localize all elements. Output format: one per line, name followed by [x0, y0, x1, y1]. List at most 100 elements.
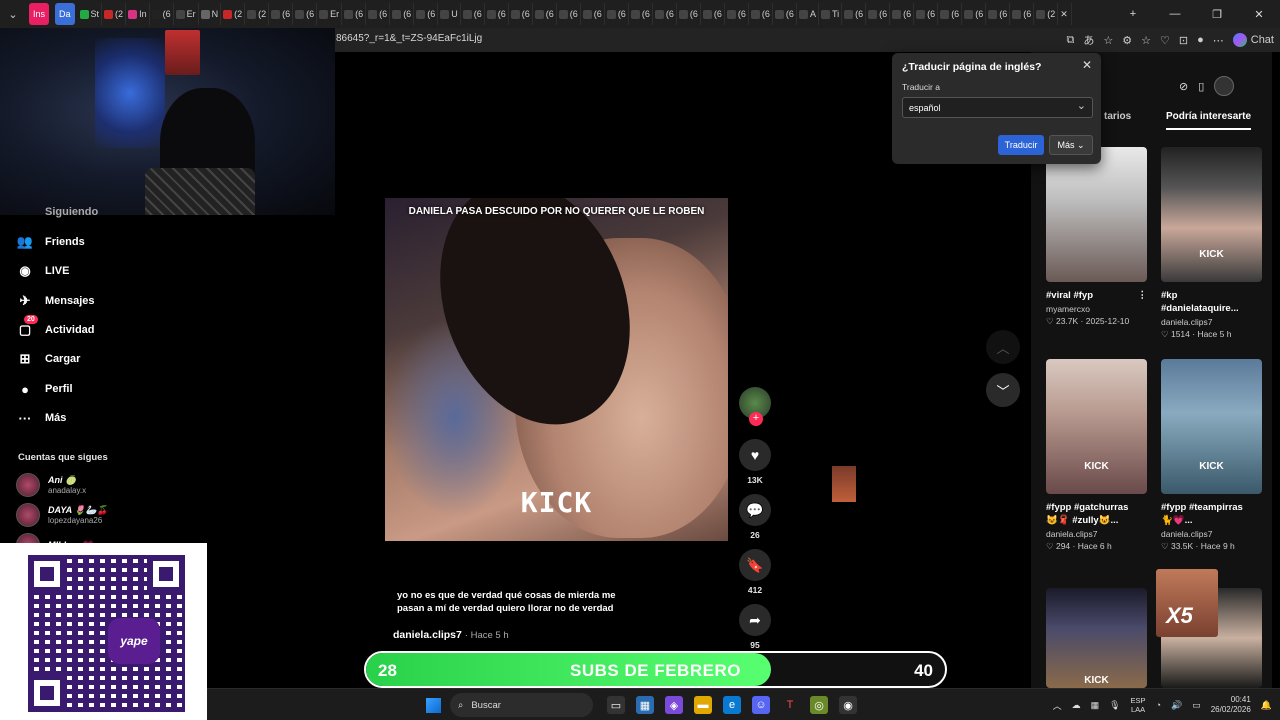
close-window-icon[interactable]: ✕: [1238, 0, 1280, 28]
sidebar-item-friends[interactable]: 👥 Friends: [16, 233, 85, 251]
taskbar-search[interactable]: ⌕ Buscar: [450, 693, 593, 717]
network-icon[interactable]: ▦: [1091, 700, 1100, 711]
open-in-app-icon[interactable]: ⧉: [1067, 34, 1075, 47]
sidebar-item-perfil[interactable]: ● Perfil: [16, 380, 72, 398]
follow-plus-icon[interactable]: +: [749, 412, 763, 426]
video-author[interactable]: daniela.clips7: [1046, 529, 1147, 539]
close-tab-icon[interactable]: ✕: [1058, 3, 1072, 25]
extensions-icon[interactable]: ⚙: [1122, 34, 1132, 47]
app-icon[interactable]: ◎: [810, 696, 828, 714]
sidebar-item-mensajes[interactable]: ✈ Mensajes: [16, 292, 95, 310]
video-author-line[interactable]: daniela.clips7 · Hace 5 h: [393, 629, 509, 641]
browser-tab[interactable]: (6: [725, 3, 749, 25]
browser-tab[interactable]: (6: [293, 3, 318, 25]
browser-tab[interactable]: (2: [102, 3, 127, 25]
tab-comments[interactable]: tarios: [1104, 111, 1131, 122]
save-button[interactable]: 🔖: [739, 549, 771, 581]
creator-avatar[interactable]: +: [739, 387, 771, 426]
tab-recommended[interactable]: Podría interesarte: [1166, 111, 1252, 130]
clock[interactable]: 00:41 26/02/2026: [1211, 695, 1251, 715]
browser-tab[interactable]: (6: [557, 3, 581, 25]
more-options-button[interactable]: Más ⌄: [1049, 135, 1093, 155]
collections-icon[interactable]: ⊡: [1179, 34, 1188, 47]
browser-tab[interactable]: (6: [485, 3, 509, 25]
browser-tab[interactable]: (6: [509, 3, 533, 25]
browser-tab[interactable]: (6: [581, 3, 605, 25]
recommended-video-card[interactable]: KICK #fypp #gatchurras 😺🧣 #zully😺... danie…: [1046, 359, 1147, 552]
new-tab-button[interactable]: +: [1112, 0, 1154, 28]
browser-tab[interactable]: In: [126, 3, 150, 25]
browser-tab[interactable]: (6: [914, 3, 939, 25]
browser-tab[interactable]: (6: [773, 3, 797, 25]
browser-tab[interactable]: St: [78, 3, 103, 25]
browser-tab[interactable]: Er: [317, 3, 343, 25]
recommended-video-card[interactable]: KICK #kp #danielataquire... daniela.clips7…: [1161, 147, 1262, 340]
favorites-icon[interactable]: ☆: [1141, 34, 1151, 47]
copilot-chat-button[interactable]: Chat: [1232, 33, 1274, 47]
video-title-row[interactable]: #fypp #teampirras 🐈💗...: [1161, 501, 1262, 527]
more-menu-icon[interactable]: ⋯: [1213, 34, 1224, 47]
input-language[interactable]: ESP LAA: [1131, 696, 1146, 714]
sidebar-item-live[interactable]: ◉ LIVE: [16, 262, 69, 280]
close-icon[interactable]: ✕: [1082, 58, 1092, 72]
sidebar-item-cargar[interactable]: ⊞ Cargar: [16, 350, 81, 368]
mic-icon[interactable]: 🎙: [1109, 700, 1120, 711]
browser-tab[interactable]: A: [797, 3, 819, 25]
browser-tab[interactable]: (2: [1034, 3, 1059, 25]
recommended-video-card[interactable]: KICK #fypp #teampirras 🐈💗... daniela.clips…: [1161, 359, 1262, 552]
video-author[interactable]: daniela.clips7: [393, 629, 462, 641]
translate-icon[interactable]: あ: [1083, 32, 1094, 48]
browser-tab[interactable]: (6: [842, 3, 867, 25]
browser-tab[interactable]: (6: [890, 3, 915, 25]
browser-tab[interactable]: Da: [55, 3, 75, 25]
file-explorer-icon[interactable]: ▬: [694, 696, 712, 714]
translate-button[interactable]: Traducir: [998, 135, 1044, 155]
tiktok-studio-icon[interactable]: T: [781, 696, 799, 714]
recommended-video-card[interactable]: KICK: [1046, 588, 1147, 688]
chevron-up-icon[interactable]: ︿: [1053, 699, 1062, 712]
video-title-row[interactable]: #fypp #gatchurras 😺🧣 #zully😺...: [1046, 501, 1147, 527]
video-player[interactable]: DANIELA PASA DESCUIDO POR NO QUERER QUE …: [385, 198, 728, 541]
edge-icon[interactable]: e: [723, 696, 741, 714]
video-thumbnail[interactable]: KICK: [1046, 588, 1147, 688]
volume-icon[interactable]: 🔊: [1171, 700, 1182, 711]
followed-account[interactable]: Ani 🍈 anadalay.x: [16, 473, 86, 497]
sidebar-item-following[interactable]: Siguiendo: [16, 206, 98, 218]
browser-tab[interactable]: (6: [1010, 3, 1035, 25]
tab-actions-menu-icon[interactable]: ⌄: [0, 0, 26, 28]
user-avatar[interactable]: [1214, 76, 1235, 96]
like-button[interactable]: ♥: [739, 439, 771, 471]
copilot-app-icon[interactable]: ◈: [665, 696, 683, 714]
heart-pulse-icon[interactable]: ♡: [1160, 34, 1170, 47]
browser-tab[interactable]: (6: [533, 3, 557, 25]
browser-tab[interactable]: (6: [269, 3, 294, 25]
store-icon[interactable]: ▦: [636, 696, 654, 714]
minimize-icon[interactable]: —: [1154, 0, 1196, 28]
video-thumbnail[interactable]: KICK: [1161, 359, 1262, 494]
browser-tab[interactable]: (6: [605, 3, 629, 25]
browser-tab[interactable]: (6: [938, 3, 963, 25]
browser-tab[interactable]: (6: [986, 3, 1011, 25]
video-author[interactable]: daniela.clips7: [1161, 529, 1262, 539]
recommended-video-card[interactable]: #viral #fyp ⋮ myamercxo ♡ 23.7K · 2025-12-1…: [1046, 147, 1147, 327]
browser-tab[interactable]: (6: [962, 3, 987, 25]
browser-tab[interactable]: (6: [749, 3, 773, 25]
video-author[interactable]: daniela.clips7: [1161, 317, 1262, 327]
restore-icon[interactable]: ❐: [1196, 0, 1238, 28]
video-title-row[interactable]: #kp #danielataquire...: [1161, 289, 1262, 315]
video-thumbnail[interactable]: [1046, 147, 1147, 282]
more-options-icon[interactable]: ⋮: [1138, 289, 1148, 302]
browser-tab[interactable]: (6: [390, 3, 415, 25]
battery-icon[interactable]: ▭: [1192, 700, 1201, 711]
previous-video-button[interactable]: ︿: [986, 330, 1020, 364]
browser-tab[interactable]: Ins: [29, 3, 50, 25]
favorite-star-icon[interactable]: ☆: [1103, 34, 1113, 47]
next-video-button[interactable]: ﹀: [986, 373, 1020, 407]
video-thumbnail[interactable]: KICK: [1046, 359, 1147, 494]
browser-tab[interactable]: U: [438, 3, 461, 25]
share-button[interactable]: ➦: [739, 604, 771, 636]
phone-icon[interactable]: ▯: [1198, 80, 1204, 93]
comment-button[interactable]: 💬: [739, 494, 771, 526]
browser-tab[interactable]: (2: [221, 3, 246, 25]
browser-tab[interactable]: (6: [366, 3, 391, 25]
